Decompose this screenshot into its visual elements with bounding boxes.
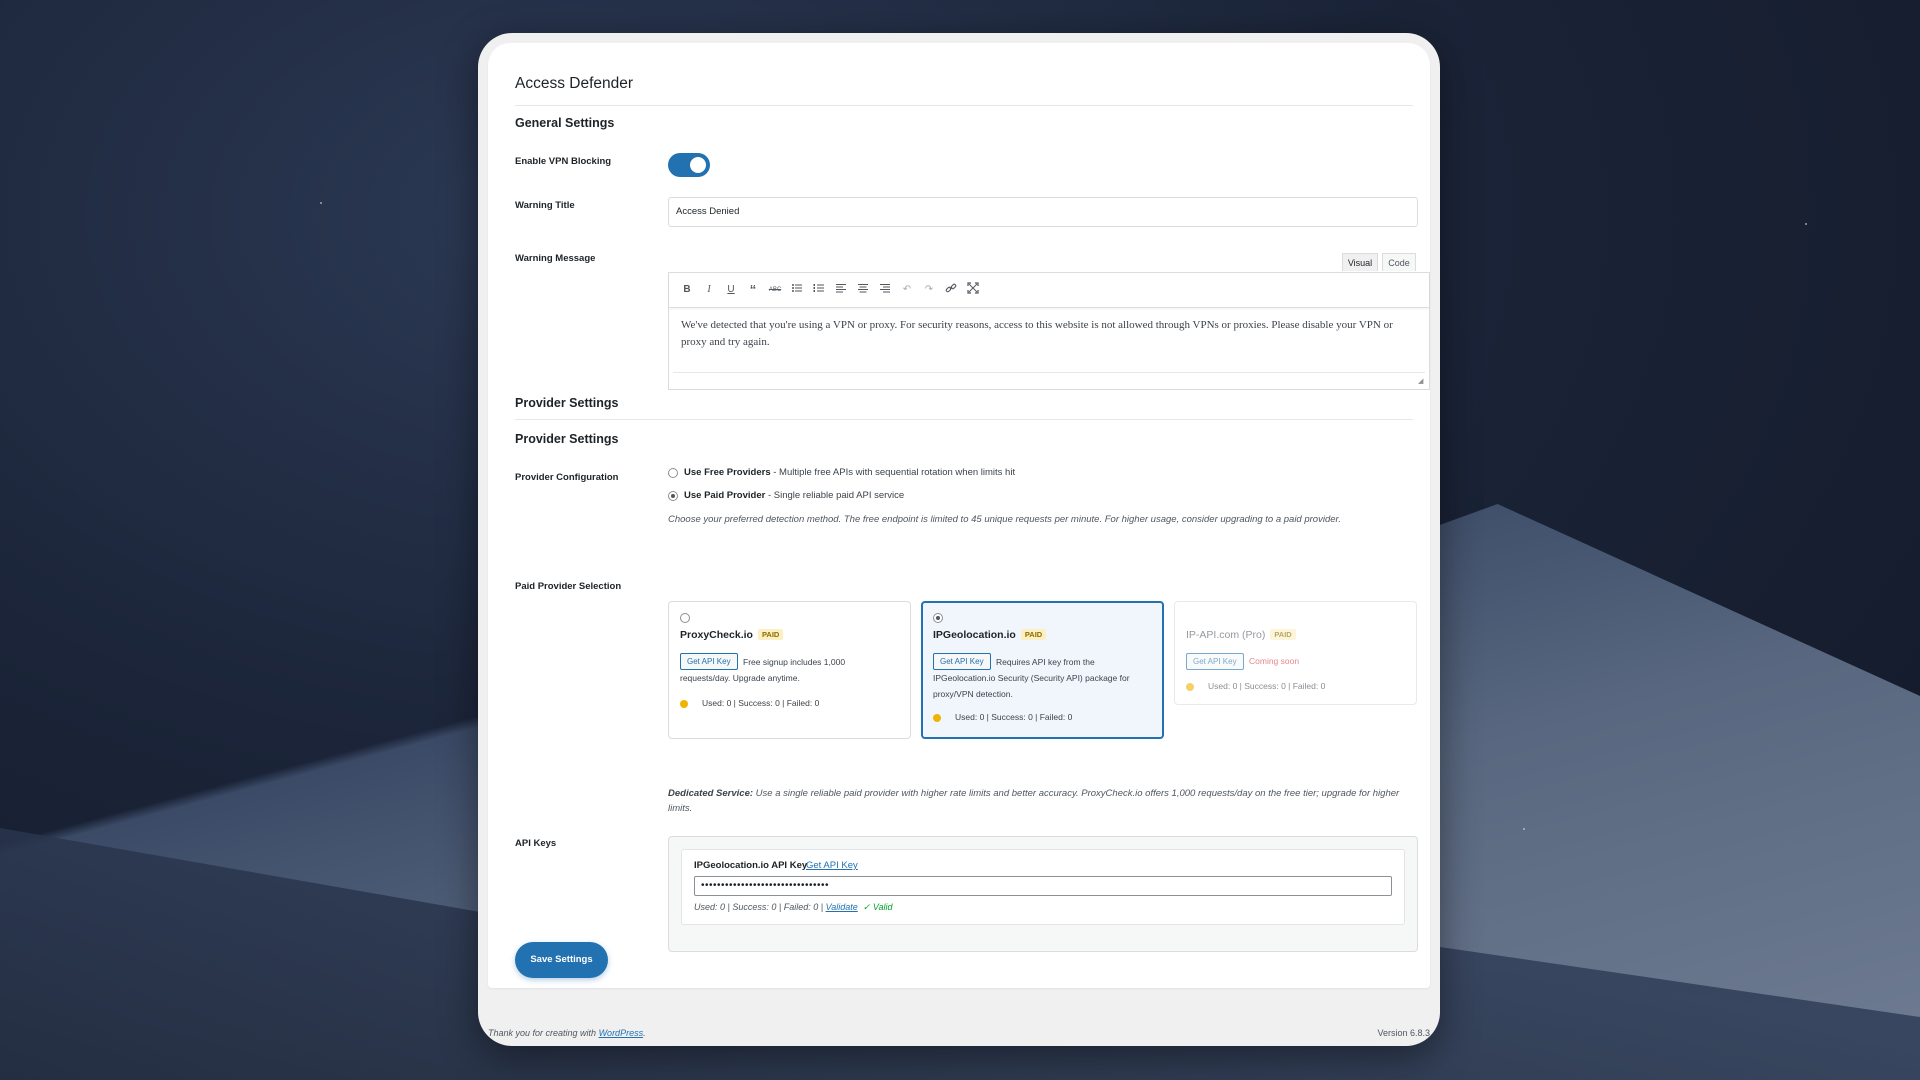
api-key-label: IPGeolocation.io API Key: [694, 860, 808, 871]
ipgeolocation-radio[interactable]: [933, 613, 943, 623]
api-keys-label: API Keys: [515, 838, 557, 849]
paid-badge: PAID: [757, 629, 784, 640]
get-api-key-button[interactable]: Get API Key: [680, 653, 738, 670]
provider-description: Requires API key from the: [996, 657, 1095, 667]
numbered-list-icon[interactable]: [811, 282, 827, 298]
bold-icon[interactable]: B: [679, 282, 695, 298]
provider-description: Free signup includes 1,000: [743, 657, 846, 667]
footer-credit: Thank you for creating with WordPress.: [488, 1028, 646, 1038]
provider-card-proxycheck[interactable]: ProxyCheck.io PAID Get API Key Free signu…: [668, 601, 911, 739]
blockquote-icon[interactable]: “: [745, 282, 761, 298]
editor-statusbar: [673, 372, 1425, 373]
warning-message-label: Warning Message: [515, 253, 596, 264]
paid-badge: PAID: [1020, 629, 1047, 640]
undo-icon[interactable]: ↶: [899, 282, 915, 298]
background-star: [1805, 223, 1807, 225]
link-icon[interactable]: [943, 282, 959, 298]
toggle-knob: [690, 157, 706, 173]
provider-description: proxy/VPN detection.: [933, 689, 1013, 699]
background-star: [320, 202, 322, 204]
coming-soon-text: Coming soon: [1249, 656, 1300, 666]
api-key-input[interactable]: ••••••••••••••••••••••••••••••••: [694, 876, 1392, 896]
resize-handle-icon[interactable]: ◢: [1418, 378, 1426, 386]
align-left-icon[interactable]: [833, 282, 849, 298]
provider-description: requests/day. Upgrade anytime.: [680, 673, 800, 683]
status-dot-icon: [933, 714, 941, 722]
paid-provider-label[interactable]: Use Paid Provider - Single reliable paid…: [684, 490, 904, 501]
footer-version: Version 6.8.3: [1377, 1028, 1430, 1038]
align-right-icon[interactable]: [877, 282, 893, 298]
warning-message-content[interactable]: We've detected that you're using a VPN o…: [681, 317, 1413, 351]
wordpress-link[interactable]: WordPress: [599, 1028, 644, 1038]
vpn-blocking-label: Enable VPN Blocking: [515, 156, 612, 167]
redo-icon[interactable]: ↷: [921, 282, 937, 298]
get-api-key-link[interactable]: Get API Key: [806, 860, 858, 871]
warning-title-label: Warning Title: [515, 200, 575, 211]
divider: [515, 419, 1413, 420]
align-center-icon[interactable]: [855, 282, 871, 298]
status-dot-icon: [680, 700, 688, 708]
paid-provider-selection-label: Paid Provider Selection: [515, 581, 622, 592]
settings-panel: Access Defender General Settings Enable …: [488, 43, 1430, 988]
provider-hint: Choose your preferred detection method. …: [668, 514, 1341, 525]
warning-message-editor: B I U “ ABC ↶ ↷ We've detected that you'…: [668, 272, 1430, 390]
api-key-usage: Used: 0 | Success: 0 | Failed: 0 | Valid…: [694, 902, 893, 912]
tab-code[interactable]: Code: [1382, 253, 1416, 271]
validate-link[interactable]: Validate: [826, 902, 858, 912]
provider-usage: Used: 0 | Success: 0 | Failed: 0: [955, 712, 1073, 722]
save-settings-button[interactable]: Save Settings: [515, 942, 608, 978]
paid-badge: PAID: [1270, 629, 1296, 640]
provider-name: IPGeolocation.io PAID: [933, 629, 1047, 641]
warning-title-input[interactable]: Access Denied: [668, 197, 1418, 227]
browser-window: Access Defender General Settings Enable …: [478, 33, 1440, 1046]
free-providers-label[interactable]: Use Free Providers - Multiple free APIs …: [684, 467, 1015, 478]
paid-provider-radio[interactable]: [668, 491, 678, 501]
background-star: [1523, 828, 1525, 830]
provider-card-ipgeolocation[interactable]: IPGeolocation.io PAID Get API Key Require…: [921, 601, 1164, 739]
get-api-key-button[interactable]: Get API Key: [933, 653, 991, 670]
tab-visual[interactable]: Visual: [1342, 253, 1378, 271]
page-title: Access Defender: [515, 75, 634, 92]
strikethrough-icon[interactable]: ABC: [767, 282, 783, 298]
proxycheck-radio[interactable]: [680, 613, 690, 623]
editor-toolbar: B I U “ ABC ↶ ↷: [669, 273, 1429, 308]
valid-status: ✓ Valid: [862, 902, 893, 912]
provider-card-ipapi: IP-API.com (Pro) PAID Get API Key Coming …: [1174, 601, 1417, 705]
vpn-blocking-toggle[interactable]: [668, 153, 710, 177]
dedicated-service-note: Dedicated Service: Use a single reliable…: [668, 788, 1400, 814]
free-providers-radio[interactable]: [668, 468, 678, 478]
provider-usage: Used: 0 | Success: 0 | Failed: 0: [702, 698, 820, 708]
provider-configuration-label: Provider Configuration: [515, 472, 619, 483]
get-api-key-button: Get API Key: [1186, 653, 1244, 670]
status-dot-icon: [1186, 683, 1194, 691]
bullet-list-icon[interactable]: [789, 282, 805, 298]
fullscreen-icon[interactable]: [965, 282, 981, 298]
italic-icon[interactable]: I: [701, 282, 717, 298]
general-settings-heading: General Settings: [515, 116, 615, 130]
provider-name: IP-API.com (Pro) PAID: [1186, 629, 1296, 641]
provider-name: ProxyCheck.io PAID: [680, 629, 784, 641]
ipgeolocation-key-block: IPGeolocation.io API Key Get API Key •••…: [681, 849, 1405, 925]
provider-settings-heading: Provider Settings: [515, 396, 619, 410]
divider: [515, 105, 1413, 106]
underline-icon[interactable]: U: [723, 282, 739, 298]
provider-usage: Used: 0 | Success: 0 | Failed: 0: [1208, 681, 1326, 691]
api-keys-box: IPGeolocation.io API Key Get API Key •••…: [668, 836, 1418, 952]
provider-description: IPGeolocation.io Security (Security API)…: [933, 673, 1130, 683]
provider-settings-subheading: Provider Settings: [515, 432, 619, 446]
